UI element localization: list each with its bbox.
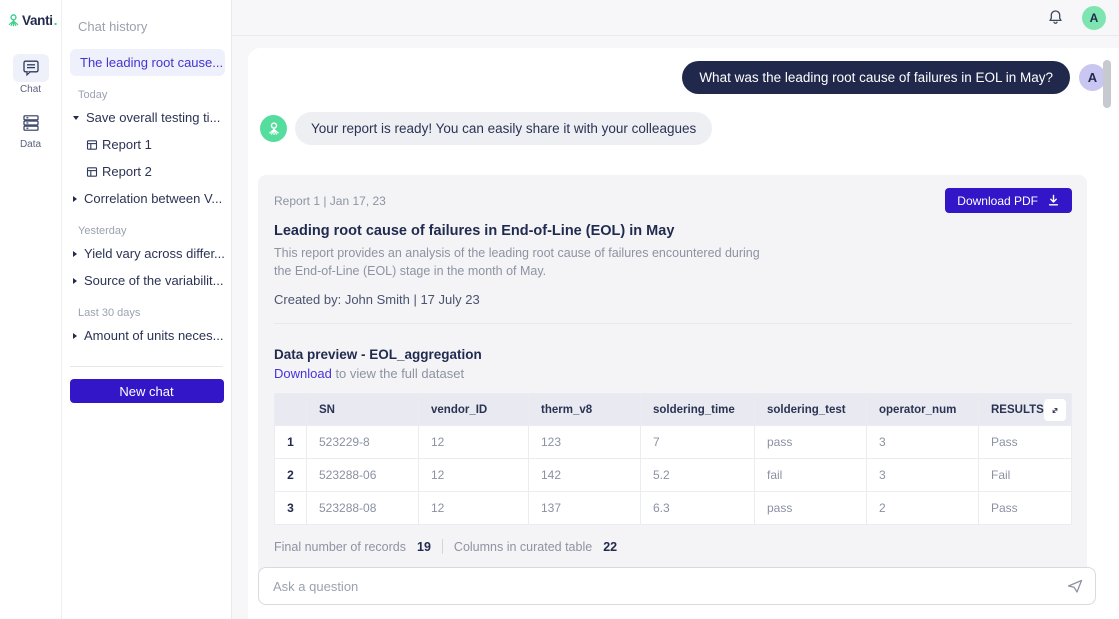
chat-icon	[13, 54, 49, 82]
new-chat-button[interactable]: New chat	[70, 379, 224, 403]
table-row: 2 523288-06 12 142 5.2 fail 3 Fail	[275, 459, 1072, 492]
nav-item-data[interactable]: Data	[13, 109, 49, 150]
chat-history-sidebar: Chat history The leading root cause... T…	[62, 0, 232, 619]
sidebar-item-selected[interactable]: The leading root cause...	[70, 49, 225, 76]
sidebar-section-last-30-days: Last 30 days	[62, 305, 231, 322]
main-area: A What was the leading root cause of fai…	[232, 0, 1119, 619]
download-icon	[1047, 194, 1060, 207]
user-message-avatar: A	[1079, 64, 1106, 91]
vanti-logo: Vanti.	[6, 13, 61, 28]
records-label: Final number of records	[274, 540, 406, 554]
sidebar-section-yesterday: Yesterday	[62, 223, 231, 240]
nav-label-chat: Chat	[20, 84, 41, 95]
sidebar-section-today: Today	[62, 87, 231, 104]
table-header-row: SN vendor_ID therm_v8 soldering_time sol…	[275, 394, 1072, 426]
sidebar-item-source[interactable]: Source of the variabilit...	[62, 267, 231, 294]
report-divider	[274, 323, 1072, 324]
send-button[interactable]	[1065, 576, 1085, 599]
column-header-results: RESULTS	[979, 394, 1072, 426]
sidebar-item-report-2[interactable]: Report 2	[62, 158, 231, 185]
report-card: Report 1 | Jan 17, 23 Download PDF Leadi…	[258, 175, 1087, 578]
topbar: A	[232, 0, 1119, 36]
summary-separator	[442, 539, 443, 554]
ask-question-input[interactable]	[258, 567, 1096, 605]
nav-rail: Vanti. Chat	[0, 0, 62, 619]
column-header-operator-num: operator_num	[867, 394, 979, 426]
database-icon	[13, 109, 49, 137]
caret-right-icon	[73, 333, 77, 339]
rail-nav: Chat Data	[0, 54, 61, 150]
report-icon	[86, 166, 98, 178]
table-row: 1 523229-8 12 123 7 pass 3 Pass	[275, 426, 1072, 459]
app-window: Vanti. Chat	[0, 0, 1119, 619]
columns-label: Columns in curated table	[454, 540, 592, 554]
notification-bell-icon[interactable]	[1046, 8, 1065, 27]
table-summary: Final number of records 19 Columns in cu…	[274, 539, 1072, 554]
download-pdf-button[interactable]: Download PDF	[945, 188, 1072, 213]
sidebar-item-save-overall[interactable]: Save overall testing ti...	[62, 104, 231, 131]
bot-message-bubble: Your report is ready! You can easily sha…	[295, 112, 712, 145]
data-preview-table: SN vendor_ID therm_v8 soldering_time sol…	[274, 393, 1072, 525]
vanti-logo-icon	[6, 13, 21, 28]
expand-table-button[interactable]	[1044, 399, 1066, 421]
vertical-scrollbar[interactable]	[1103, 60, 1111, 108]
brand-dot: .	[54, 13, 58, 28]
bot-message-row: Your report is ready! You can easily sha…	[260, 112, 1119, 145]
caret-down-icon	[73, 116, 79, 120]
user-message-bubble: What was the leading root cause of failu…	[682, 61, 1070, 94]
caret-right-icon	[73, 196, 77, 202]
column-header-index	[275, 394, 307, 426]
chat-panel: What was the leading root cause of failu…	[248, 48, 1119, 619]
report-icon	[86, 139, 98, 151]
caret-right-icon	[73, 251, 77, 257]
column-header-soldering-time: soldering_time	[641, 394, 755, 426]
column-header-vendor-id: vendor_ID	[419, 394, 529, 426]
column-header-soldering-test: soldering_test	[755, 394, 867, 426]
column-header-sn: SN	[307, 394, 419, 426]
table-row: 3 523288-08 12 137 6.3 pass 2 Pass	[275, 492, 1072, 525]
report-card-header: Report 1 | Jan 17, 23 Download PDF	[274, 188, 1072, 213]
data-preview-title: Data preview - EOL_aggregation	[274, 347, 1072, 362]
nav-item-chat[interactable]: Chat	[13, 54, 49, 95]
sidebar-item-amount[interactable]: Amount of units neces...	[62, 322, 231, 349]
bot-avatar	[260, 115, 287, 142]
sidebar-divider	[70, 366, 223, 367]
sidebar-title: Chat history	[78, 19, 231, 34]
brand-name: Vanti	[22, 13, 53, 28]
nav-label-data: Data	[20, 139, 41, 150]
composer	[258, 567, 1096, 605]
data-preview-subtitle: Download to view the full dataset	[274, 366, 1072, 381]
report-created-by: Created by: John Smith | 17 July 23	[274, 292, 1072, 307]
columns-value: 22	[603, 540, 617, 554]
sidebar-item-yield[interactable]: Yield vary across differ...	[62, 240, 231, 267]
user-message-row: What was the leading root cause of failu…	[248, 61, 1106, 94]
user-avatar[interactable]: A	[1082, 6, 1106, 30]
download-dataset-link[interactable]: Download	[274, 366, 332, 381]
sidebar-item-report-1[interactable]: Report 1	[62, 131, 231, 158]
column-header-therm-v8: therm_v8	[529, 394, 641, 426]
report-description: This report provides an analysis of the …	[274, 244, 779, 280]
report-meta: Report 1 | Jan 17, 23	[274, 194, 386, 208]
records-value: 19	[417, 540, 431, 554]
report-title: Leading root cause of failures in End-of…	[274, 223, 1072, 239]
caret-right-icon	[73, 278, 77, 284]
sidebar-item-correlation[interactable]: Correlation between V...	[62, 185, 231, 212]
